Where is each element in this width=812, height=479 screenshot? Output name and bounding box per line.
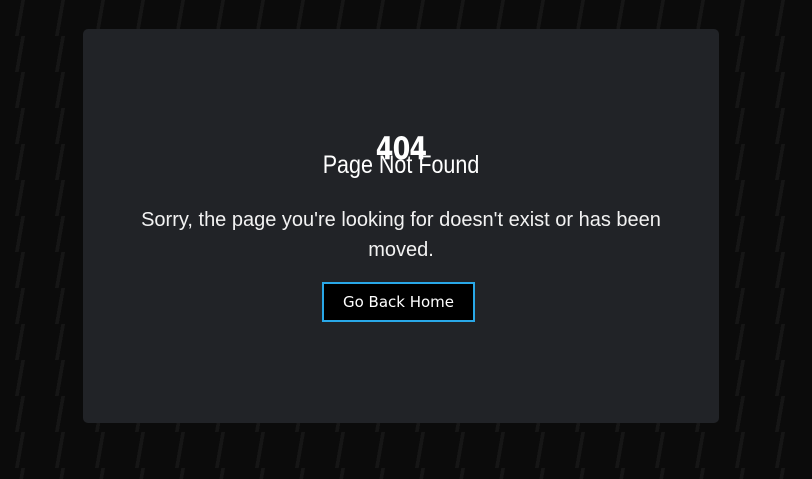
go-back-home-button[interactable]: Go Back Home bbox=[322, 282, 475, 322]
error-message: Sorry, the page you're looking for doesn… bbox=[141, 209, 661, 261]
error-card: 404 Page Not Found Sorry, the page you'r… bbox=[83, 29, 719, 423]
error-title: Page Not Found bbox=[322, 151, 480, 179]
